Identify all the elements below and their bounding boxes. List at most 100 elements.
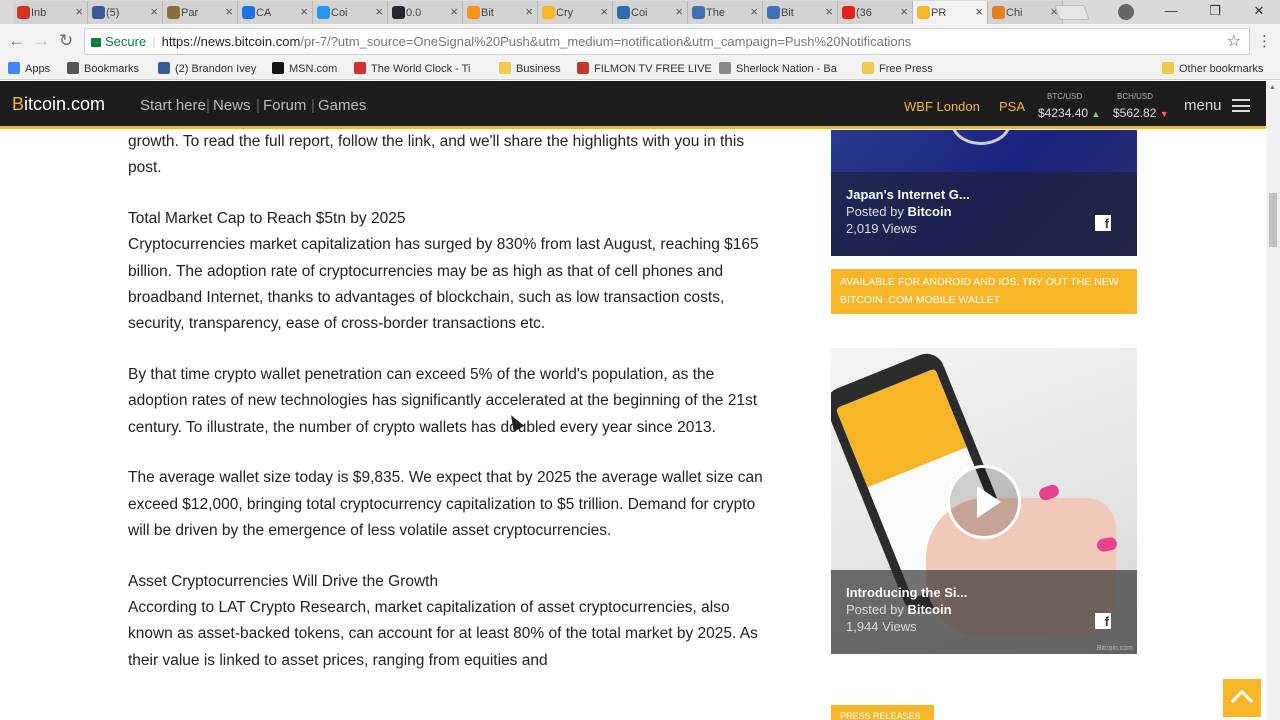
close-tab-icon[interactable]: × [675,5,683,19]
bookmark-item[interactable]: Sherlock Nation - Ba [719,61,837,77]
close-tab-icon[interactable]: × [300,5,308,19]
browser-tab[interactable]: PR × [913,1,988,24]
coin-icon [617,6,630,19]
url-separator: | [152,34,156,49]
btc-usd-price[interactable]: $4234.40 ▲ [1038,106,1100,120]
close-tab-icon[interactable]: × [900,5,908,19]
close-tab-icon[interactable]: × [825,5,833,19]
browser-tab[interactable]: Coi × [313,1,388,24]
browser-tab[interactable]: Bit × [463,1,538,24]
article-paragraph: Cryptocurrencies market capitalization h… [128,236,759,333]
reload-icon[interactable]: ↻ [59,32,73,50]
author-name[interactable]: Bitcoin [907,602,951,617]
price-up-icon: ▲ [1091,109,1101,119]
browser-tab[interactable]: Chi × [988,1,1063,24]
minimize-icon[interactable]: — [1149,0,1193,24]
facebook-share-icon[interactable]: f [1095,215,1111,231]
browser-tab[interactable]: (36 × [838,1,913,24]
bookmark-item[interactable]: Free Press [862,61,933,77]
bookmark-label: MSN.com [289,63,338,75]
author-name[interactable]: Bitcoin [907,204,951,219]
card-overlay: Japan's Internet G... Posted by Bitcoin … [831,172,1137,256]
back-icon[interactable]: ← [8,32,25,50]
browser-tab[interactable]: (5) × [88,1,163,24]
article-paragraph: According to LAT Crypto Research, market… [128,599,758,669]
close-tab-icon[interactable]: × [525,5,533,19]
browser-tab[interactable]: Coi × [613,1,688,24]
bookmark-item[interactable]: Business [499,61,561,77]
close-tab-icon[interactable]: × [150,5,158,19]
tab-label: Par [181,6,199,19]
restore-icon[interactable]: ❐ [1193,0,1237,24]
secure-label: Secure [105,34,147,49]
nav-separator: | [256,97,260,114]
address-bar[interactable]: Secure | https://news.bitcoin.com/pr-7/?ut… [84,28,1250,55]
bookmark-item[interactable]: FILMON TV FREE LIVE [577,61,712,77]
close-window-icon[interactable]: ✕ [1237,0,1280,24]
coin-icon [992,6,1005,19]
nav-wbf-london[interactable]: WBF London [904,99,980,114]
close-tab-icon[interactable]: × [225,5,233,19]
bookmark-label: Business [516,63,561,75]
article-body: growth. To read the full report, follow … [128,129,798,674]
scroll-to-top-button[interactable] [1223,679,1261,717]
site-logo[interactable]: Bitcoin.com [12,94,105,115]
bookmark-item[interactable]: MSN.com [272,61,337,77]
close-tab-icon[interactable]: × [975,5,983,19]
bookmark-star-icon[interactable]: ☆ [1227,29,1241,54]
wallet-promo-banner[interactable]: AVAILABLE FOR ANDROID AND IOS. TRY OUT T… [831,269,1137,314]
close-tab-icon[interactable]: × [375,5,383,19]
bookmark-item[interactable]: Other bookmarks [1162,61,1263,77]
posted-by-label: Posted by [846,204,904,219]
close-tab-icon[interactable]: × [450,5,458,19]
card-title[interactable]: Japan's Internet G... [846,187,970,202]
browser-tab[interactable]: Cry × [538,1,613,24]
tab-label: (5) [106,6,120,19]
new-tab-button[interactable] [1054,5,1090,20]
watermark: Bitcoin.com [1096,645,1133,652]
press-releases-badge[interactable]: PRESS RELEASES [831,705,934,720]
facebook-icon [92,6,105,19]
browser-menu-icon[interactable]: ⋮ [1257,32,1272,50]
browser-tab[interactable]: CA × [238,1,313,24]
bookmark-label: Apps [25,63,51,75]
card-views: 1,944 Views [846,619,917,634]
nav-separator: | [206,97,210,114]
hamburger-menu-icon[interactable] [1232,99,1250,112]
nav-games[interactable]: Games [318,97,366,114]
card-title[interactable]: Introducing the Si... [846,585,967,600]
page-scrollbar[interactable]: ▲ [1266,81,1280,720]
profile-icon[interactable] [1118,4,1134,20]
browser-tab[interactable]: 0.0 × [388,1,463,24]
scroll-up-arrow-icon[interactable]: ▲ [1269,84,1276,91]
nav-forum[interactable]: Forum [263,97,306,114]
bookmark-item[interactable]: The World Clock - Ti [354,61,470,77]
bookmark-item[interactable]: Apps [8,61,50,77]
bch-usd-price[interactable]: $562.82 ▼ [1113,106,1169,120]
play-video-icon[interactable] [947,465,1021,539]
scrollbar-thumb[interactable] [1269,193,1277,247]
video-card[interactable]: Introducing the Si... Posted by Bitcoin … [831,348,1137,654]
ripple-icon [392,6,405,19]
close-tab-icon[interactable]: × [750,5,758,19]
bookmark-item[interactable]: (2) Brandon Ivey [158,61,256,77]
facebook-share-icon[interactable]: f [1095,613,1111,629]
folder-icon [862,62,874,74]
bookmark-item[interactable]: Bookmarks [67,61,139,77]
browser-tab[interactable]: Bit × [763,1,838,24]
nav-start-here[interactable]: Start here [140,97,206,114]
browser-tab[interactable]: Inb × [13,1,88,24]
close-tab-icon[interactable]: × [75,5,83,19]
browser-tab[interactable]: The × [688,1,763,24]
nav-separator: | [311,97,315,114]
bookmarks-bar: Apps Bookmarks (2) Brandon Ivey MSN.com The … [0,58,1280,80]
document-icon [167,6,180,19]
nav-news[interactable]: News [213,97,251,114]
forward-icon[interactable]: → [33,32,50,50]
browser-tab[interactable]: Par × [163,1,238,24]
nav-psa[interactable]: PSA [999,99,1025,114]
site-menu-label[interactable]: menu [1184,97,1222,114]
bch-usd-label: BCH/USD [1117,92,1154,101]
related-post-card[interactable]: Japan's Internet G... Posted by Bitcoin … [831,130,1137,256]
close-tab-icon[interactable]: × [600,5,608,19]
